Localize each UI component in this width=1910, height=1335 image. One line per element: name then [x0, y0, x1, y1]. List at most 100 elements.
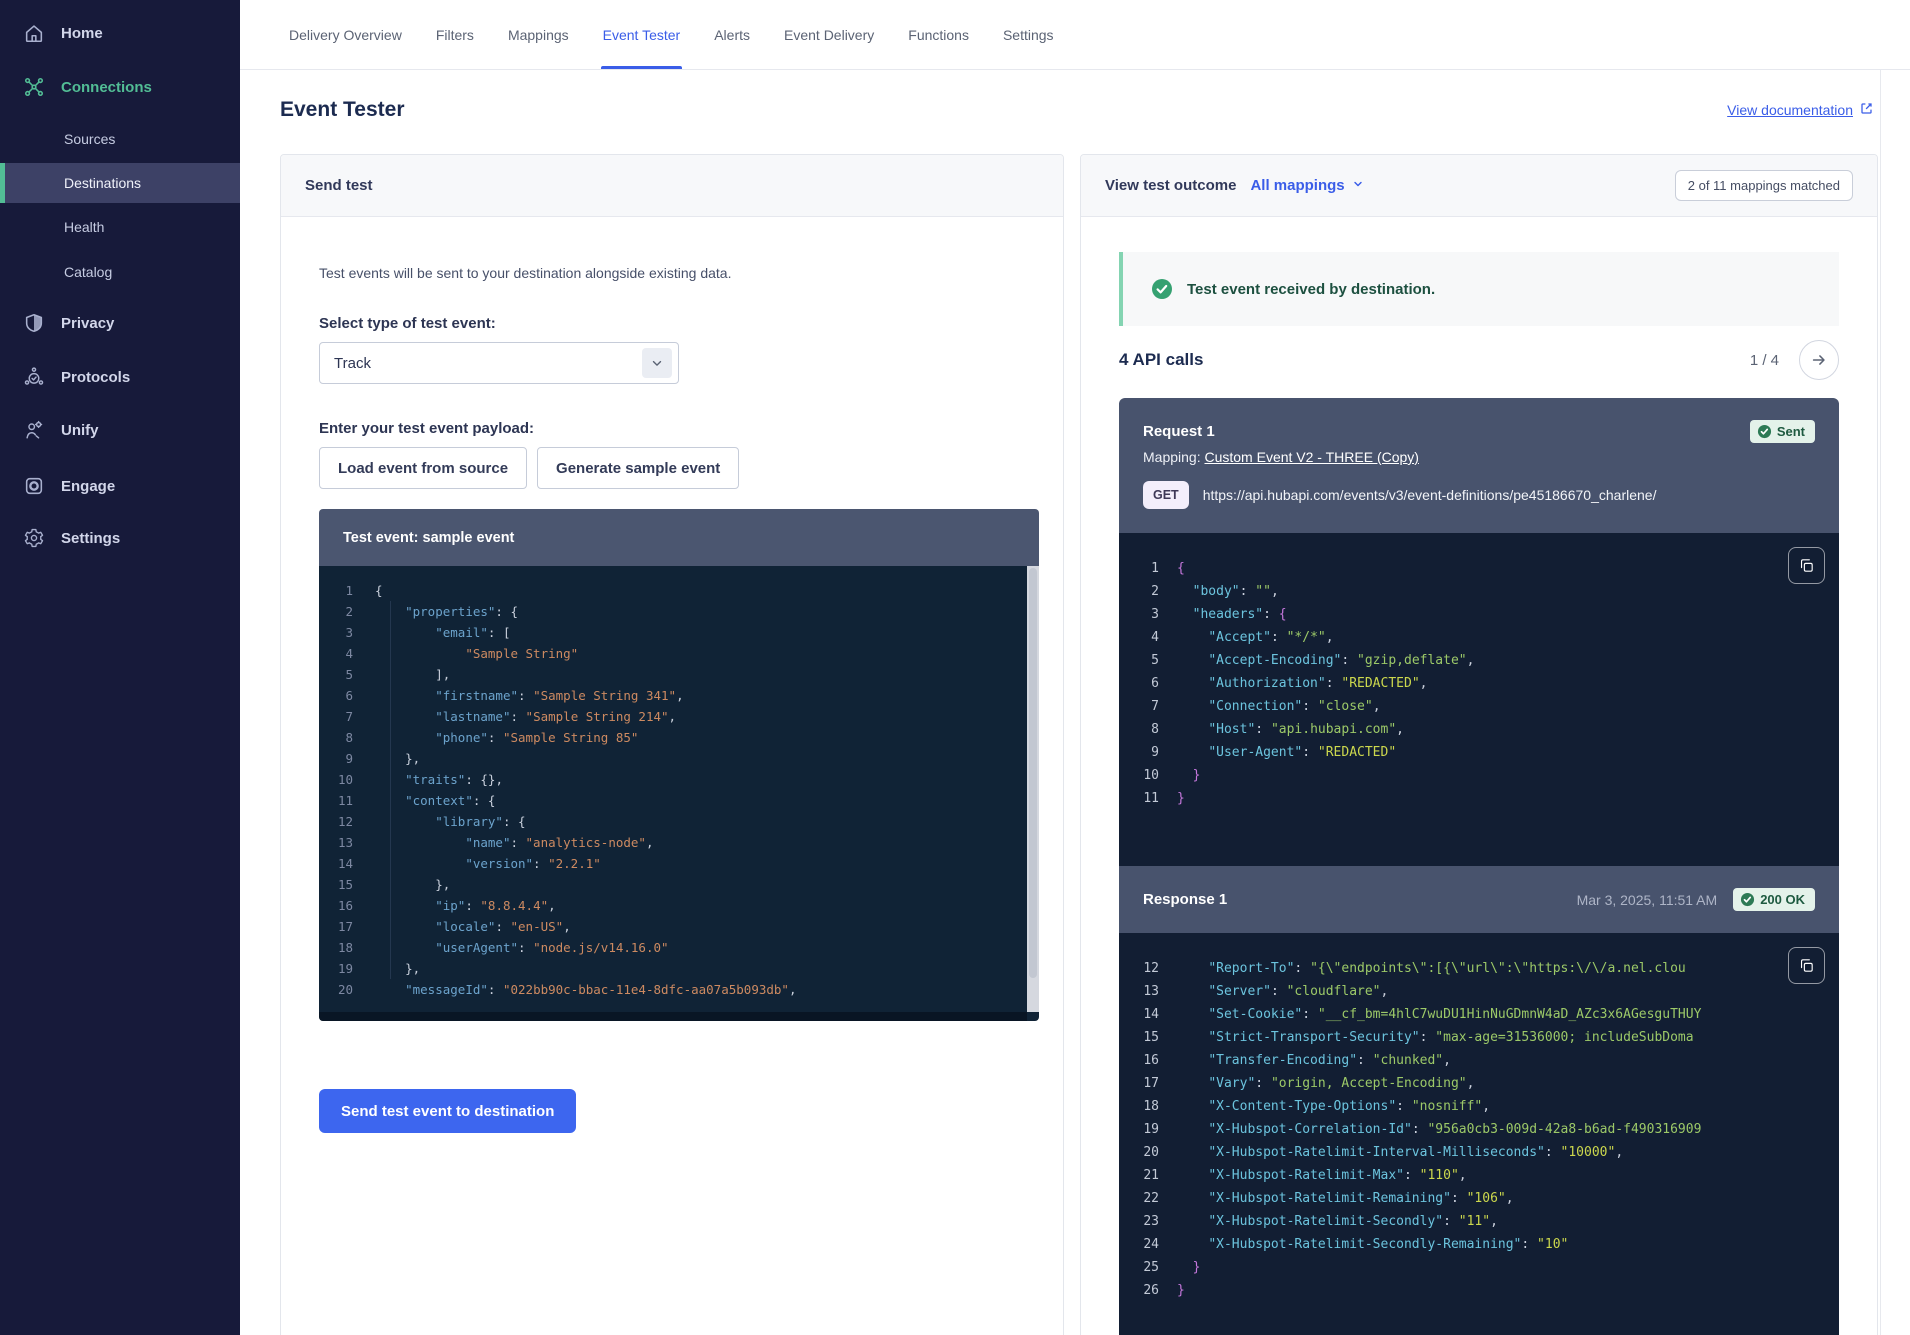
- code-line: 10 }: [1119, 764, 1839, 787]
- tab-event-delivery[interactable]: Event Delivery: [782, 0, 876, 69]
- external-link-icon: [1859, 101, 1874, 119]
- code-line: 13 "name": "analytics-node",: [319, 832, 1025, 853]
- code-line: 3 "email": [: [319, 622, 1025, 643]
- mappings-matched-badge: 2 of 11 mappings matched: [1675, 170, 1853, 201]
- sidebar-item-label: Home: [61, 25, 103, 42]
- code-line: 5 ],: [319, 664, 1025, 685]
- code-line: 22 "X-Hubspot-Ratelimit-Remaining": "106…: [1119, 1187, 1839, 1210]
- send-test-description: Test events will be sent to your destina…: [319, 265, 1039, 281]
- line-number: 8: [319, 727, 353, 748]
- sent-status-label: Sent: [1777, 424, 1805, 439]
- page-scrollbar-gutter[interactable]: [1880, 70, 1910, 1335]
- mappings-filter-dropdown[interactable]: All mappings: [1250, 177, 1363, 194]
- tab-delivery-overview[interactable]: Delivery Overview: [287, 0, 404, 69]
- outcome-title: View test outcome: [1105, 177, 1236, 194]
- sidebar-item-destinations[interactable]: Destinations: [0, 163, 240, 203]
- destination-tabbar: Delivery Overview Filters Mappings Event Te…: [240, 0, 1910, 70]
- tab-event-tester[interactable]: Event Tester: [601, 0, 683, 69]
- line-number: 8: [1119, 718, 1159, 741]
- request-code-block: 1{2 "body": "",3 "headers": {4 "Accept":…: [1119, 533, 1839, 866]
- line-number: 11: [319, 790, 353, 811]
- sidebar-item-settings[interactable]: Settings: [0, 516, 240, 560]
- sidebar-item-unify[interactable]: Unify: [0, 408, 240, 452]
- engage-icon: [22, 474, 46, 498]
- code-line: 17 "Vary": "origin, Accept-Encoding",: [1119, 1072, 1839, 1095]
- code-line: 14 "version": "2.2.1": [319, 853, 1025, 874]
- sidebar-item-privacy[interactable]: Privacy: [0, 301, 240, 345]
- line-number: 12: [1119, 957, 1159, 980]
- code-line: 11}: [1119, 787, 1839, 810]
- sidebar-item-label: Unify: [61, 422, 99, 439]
- page-title: Event Tester: [280, 98, 405, 122]
- view-documentation-link[interactable]: View documentation: [1727, 101, 1874, 119]
- line-number: 5: [1119, 649, 1159, 672]
- payload-editor: Test event: sample event 1{2 "properties…: [319, 509, 1039, 1021]
- editor-horizontal-scrollbar[interactable]: [319, 1012, 1027, 1021]
- code-line: 3 "headers": {: [1119, 603, 1839, 626]
- tab-settings[interactable]: Settings: [1001, 0, 1056, 69]
- sidebar-item-label: Destinations: [64, 175, 141, 191]
- code-line: 8 "Host": "api.hubapi.com",: [1119, 718, 1839, 741]
- success-message: Test event received by destination.: [1187, 281, 1435, 298]
- copy-response-button[interactable]: [1788, 947, 1825, 984]
- code-line: 12 "library": {: [319, 811, 1025, 832]
- outcome-panel-header: View test outcome All mappings 2 of 11 m…: [1081, 155, 1877, 217]
- sidebar-item-protocols[interactable]: Protocols: [0, 355, 240, 399]
- next-api-call-button[interactable]: [1799, 340, 1839, 380]
- line-number: 19: [319, 958, 353, 979]
- response-code-block: 12 "Report-To": "{\"endpoints\":[{\"url\…: [1119, 933, 1839, 1335]
- sidebar-item-sources[interactable]: Sources: [0, 119, 240, 159]
- sidebar-item-label: Health: [64, 219, 104, 235]
- code-line: 7 "lastname": "Sample String 214",: [319, 706, 1025, 727]
- editor-vertical-scrollbar[interactable]: [1027, 566, 1039, 1012]
- code-line: 7 "Connection": "close",: [1119, 695, 1839, 718]
- line-number: 26: [1119, 1279, 1159, 1302]
- sidebar-item-home[interactable]: Home: [0, 11, 240, 55]
- chevron-down-icon: [1352, 177, 1364, 194]
- code-line: 12 "Report-To": "{\"endpoints\":[{\"url\…: [1119, 957, 1839, 980]
- sidebar-item-engage[interactable]: Engage: [0, 464, 240, 508]
- code-line: 11 "context": {: [319, 790, 1025, 811]
- code-line: 4 "Sample String": [319, 643, 1025, 664]
- sidebar-item-label: Protocols: [61, 369, 130, 386]
- line-number: 6: [319, 685, 353, 706]
- send-test-event-button[interactable]: Send test event to destination: [319, 1089, 576, 1133]
- copy-request-button[interactable]: [1788, 547, 1825, 584]
- code-line: 17 "locale": "en-US",: [319, 916, 1025, 937]
- privacy-icon: [22, 311, 46, 335]
- line-number: 6: [1119, 672, 1159, 695]
- send-test-panel: Send test Test events will be sent to yo…: [280, 154, 1064, 1335]
- line-number: 5: [319, 664, 353, 685]
- code-line: 20 "messageId": "022bb90c-bbac-11e4-8dfc…: [319, 979, 1025, 1000]
- unify-icon: [22, 418, 46, 442]
- sidebar-item-health[interactable]: Health: [0, 207, 240, 247]
- tab-alerts[interactable]: Alerts: [712, 0, 752, 69]
- tab-filters[interactable]: Filters: [434, 0, 476, 69]
- line-number: 19: [1119, 1118, 1159, 1141]
- sidebar-item-label: Connections: [61, 79, 152, 96]
- code-line: 4 "Accept": "*/*",: [1119, 626, 1839, 649]
- success-alert: Test event received by destination.: [1119, 252, 1839, 326]
- sidebar-item-catalog[interactable]: Catalog: [0, 252, 240, 292]
- code-line: 19 },: [319, 958, 1025, 979]
- mapping-link[interactable]: Custom Event V2 - THREE (Copy): [1204, 449, 1418, 465]
- code-line: 16 "ip": "8.8.4.4",: [319, 895, 1025, 916]
- code-line: 23 "X-Hubspot-Ratelimit-Secondly": "11",: [1119, 1210, 1839, 1233]
- request-url: https://api.hubapi.com/events/v3/event-d…: [1203, 487, 1657, 503]
- line-number: 15: [319, 874, 353, 895]
- code-line: 9 "User-Agent": "REDACTED": [1119, 741, 1839, 764]
- line-number: 14: [1119, 1003, 1159, 1026]
- response-status-label: 200 OK: [1760, 892, 1805, 907]
- load-event-from-source-button[interactable]: Load event from source: [319, 447, 527, 489]
- chevron-down-icon: [642, 348, 672, 378]
- sidebar-item-connections[interactable]: Connections: [0, 65, 240, 109]
- event-type-select[interactable]: Track: [319, 342, 679, 384]
- payload-code-area[interactable]: 1{2 "properties": {3 "email": [4 "Sample…: [319, 566, 1039, 1021]
- code-line: 6 "Authorization": "REDACTED",: [1119, 672, 1839, 695]
- http-method-badge: GET: [1143, 481, 1189, 509]
- pagination-text: 1 / 4: [1750, 352, 1779, 369]
- line-number: 11: [1119, 787, 1159, 810]
- tab-mappings[interactable]: Mappings: [506, 0, 571, 69]
- tab-functions[interactable]: Functions: [906, 0, 971, 69]
- generate-sample-event-button[interactable]: Generate sample event: [537, 447, 739, 489]
